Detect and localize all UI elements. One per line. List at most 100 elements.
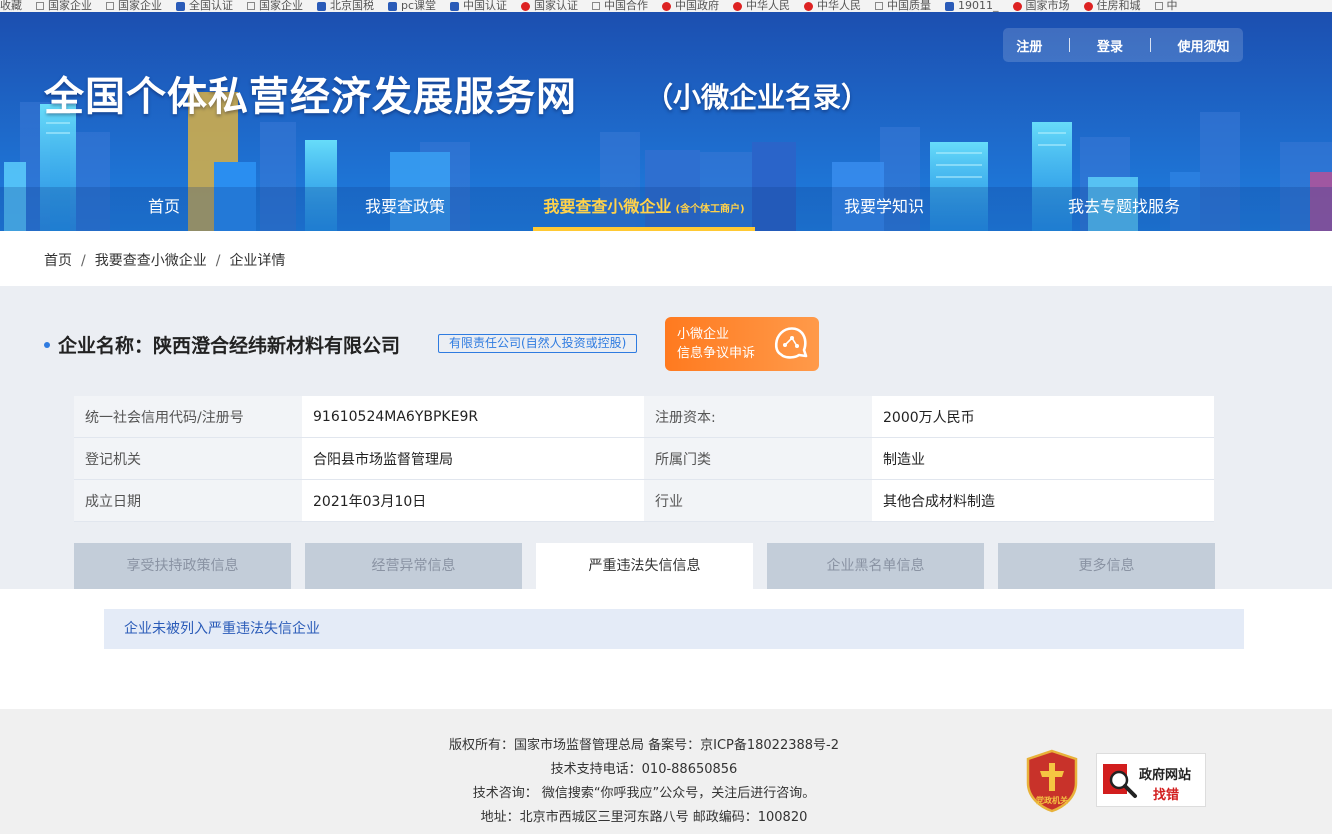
field-label: 统一社会信用代码/注册号 — [74, 396, 302, 438]
field-label: 登记机关 — [74, 438, 302, 480]
bookmark-label: 中国政府 — [675, 0, 720, 12]
field-label: 所属门类 — [644, 438, 872, 480]
info-tabs: 享受扶持政策信息 经营异常信息 严重违法失信信息 企业黑名单信息 更多信息 — [74, 543, 1215, 589]
emblem-icon — [733, 1, 743, 11]
bookmark-label: 19011_ — [958, 0, 999, 12]
headset-support-icon — [774, 327, 808, 359]
site-icon — [176, 1, 185, 11]
breadcrumb-query[interactable]: 我要查查小微企业 — [95, 253, 207, 269]
bookmark-item[interactable]: 中华人民 — [733, 0, 790, 12]
site-icon — [450, 1, 460, 11]
site-subtitle: （小微企业名录） — [645, 81, 870, 114]
bookmark-label: 北京国税 — [330, 0, 374, 12]
bookmark-item[interactable]: pc课堂 — [388, 0, 436, 12]
register-link[interactable]: 注册 — [1016, 36, 1042, 55]
bookmarks-bar: 收藏 国家企业 国家企业 全国认证 国家企业 北京国税 pc课堂 中国认证 国家认证 中国合作 中国… — [0, 0, 1332, 12]
tab-item[interactable]: 严重违法失信信息 — [536, 543, 753, 589]
page-icon — [106, 2, 114, 10]
bookmark-item[interactable]: 收藏 — [0, 0, 22, 12]
field-value: 其他合成材料制造 — [872, 480, 1214, 522]
bookmark-item[interactable]: 住房和城 — [1083, 0, 1141, 12]
bookmark-item[interactable]: 国家市场 — [1012, 0, 1070, 12]
party-badge-text: 党政机关 — [1036, 795, 1068, 805]
site-title: 全国个体私营经济发展服务网 — [44, 74, 577, 120]
page-icon — [247, 2, 255, 10]
bookmark-item[interactable]: 全国认证 — [176, 0, 233, 12]
bookmark-label: 中华人民 — [817, 0, 862, 12]
bookmark-item[interactable]: 中华人民 — [804, 0, 861, 12]
bookmark-item[interactable]: 19011_ — [945, 0, 999, 12]
footer-phone: 技术支持电话：010-88650856 — [550, 762, 738, 777]
footer-text: 版权所有：国家市场监督管理总局 备案号：京ICP备18022388号-2 技术支… — [0, 734, 1288, 830]
breadcrumb-separator: / — [215, 253, 221, 269]
nav-query-enterprise[interactable]: 我要查查小微企业 (含个体工商户) — [533, 187, 755, 231]
field-value: 合阳县市场监督管理局 — [302, 438, 644, 480]
bookmark-label: 国家市场 — [1025, 0, 1070, 12]
nav-policy[interactable]: 我要查政策 — [350, 187, 460, 231]
status-notice: 企业未被列入严重违法失信企业 — [104, 609, 1244, 649]
breadcrumb: 首页 / 我要查查小微企业 / 企业详情 — [44, 250, 285, 270]
bookmark-label: 国家企业 — [48, 0, 92, 12]
site-icon — [388, 1, 397, 11]
bookmark-item[interactable]: 中国合作 — [592, 0, 648, 12]
table-row: 成立日期 2021年03月10日 行业 其他合成材料制造 — [74, 480, 1214, 522]
bookmark-label: 中国质量 — [887, 0, 932, 12]
gov-badge-subtitle: 找错 — [1153, 788, 1180, 803]
bookmark-item[interactable]: 国家企业 — [247, 0, 303, 12]
emblem-icon — [1012, 1, 1022, 11]
tab-item[interactable]: 更多信息 — [998, 543, 1215, 589]
field-value: 91610524MA6YBPKE9R — [302, 396, 644, 438]
site-icon — [317, 1, 326, 11]
emblem-icon — [521, 1, 531, 11]
nav-knowledge[interactable]: 我要学知识 — [830, 187, 938, 231]
table-row: 登记机关 合阳县市场监督管理局 所属门类 制造业 — [74, 438, 1214, 480]
tab-item[interactable]: 经营异常信息 — [305, 543, 522, 589]
bookmark-item[interactable]: 中 — [1154, 0, 1178, 12]
bookmark-label: 国家企业 — [118, 0, 162, 12]
bookmark-item[interactable]: 国家企业 — [106, 0, 162, 12]
bookmark-item[interactable]: 中国认证 — [450, 0, 507, 12]
gov-badge-title: 政府网站 — [1139, 768, 1192, 783]
login-link[interactable]: 登录 — [1097, 36, 1123, 55]
tab-item[interactable]: 享受扶持政策信息 — [74, 543, 291, 589]
bookmark-item[interactable]: 中国质量 — [875, 0, 931, 12]
dispute-appeal-button[interactable]: 小微企业 信息争议申诉 — [665, 317, 819, 371]
bookmark-label: 中国认证 — [463, 0, 508, 12]
field-label: 注册资本: — [644, 396, 872, 438]
nav-service[interactable]: 我去专题找服务 — [1058, 187, 1190, 231]
divider — [1149, 38, 1151, 52]
bookmark-item[interactable]: 国家企业 — [36, 0, 92, 12]
emblem-icon — [662, 1, 672, 11]
account-links: 注册 登录 使用须知 — [1003, 28, 1243, 62]
bookmark-label: 国家认证 — [534, 0, 579, 12]
footer-address: 地址：北京市西城区三里河东路八号 邮政编码：100820 — [480, 810, 808, 825]
company-name: 陕西澄合经纬新材料有限公司 — [153, 335, 401, 357]
guide-link[interactable]: 使用须知 — [1178, 36, 1230, 55]
tab-item[interactable]: 企业黑名单信息 — [767, 543, 984, 589]
bookmark-label: 住房和城 — [1096, 0, 1141, 12]
breadcrumb-home[interactable]: 首页 — [44, 253, 72, 269]
bookmark-item[interactable]: 北京国税 — [317, 0, 374, 12]
nav-home[interactable]: 首页 — [118, 187, 210, 231]
main-nav: 首页 我要查政策 我要查查小微企业 (含个体工商户) 我要学知识 我去专题找服务 — [0, 187, 1332, 231]
bookmark-item[interactable]: 国家认证 — [521, 0, 578, 12]
bookmark-label: 中 — [1166, 0, 1178, 12]
breadcrumb-current: 企业详情 — [229, 253, 286, 269]
bookmark-label: 中国合作 — [604, 0, 649, 12]
divider — [1069, 38, 1071, 52]
bookmark-label: 中华人民 — [746, 0, 791, 12]
company-heading: 企业名称： 陕西澄合经纬新材料有限公司 — [44, 331, 400, 358]
bookmark-label: 国家企业 — [259, 0, 303, 12]
company-info-table: 统一社会信用代码/注册号 91610524MA6YBPKE9R 注册资本: 2000万… — [74, 396, 1214, 522]
page-icon — [592, 2, 601, 10]
party-government-badge-icon[interactable]: 党政机关 — [1024, 749, 1080, 813]
bookmark-item[interactable]: 中国政府 — [662, 0, 719, 12]
footer-consult: 技术咨询： 微信搜索“你呼我应”公众号，关注后进行咨询。 — [472, 786, 816, 801]
nav-query-note: (含个体工商户) — [675, 204, 745, 215]
gov-site-error-report[interactable]: 政府网站 找错 — [1096, 753, 1206, 807]
emblem-icon — [1083, 1, 1093, 11]
nav-query-label: 我要查查小微企业 — [543, 197, 672, 216]
table-row: 统一社会信用代码/注册号 91610524MA6YBPKE9R 注册资本: 2000万… — [74, 396, 1214, 438]
footer-copyright: 版权所有：国家市场监督管理总局 备案号：京ICP备18022388号-2 — [448, 738, 839, 753]
site-icon — [945, 1, 955, 11]
